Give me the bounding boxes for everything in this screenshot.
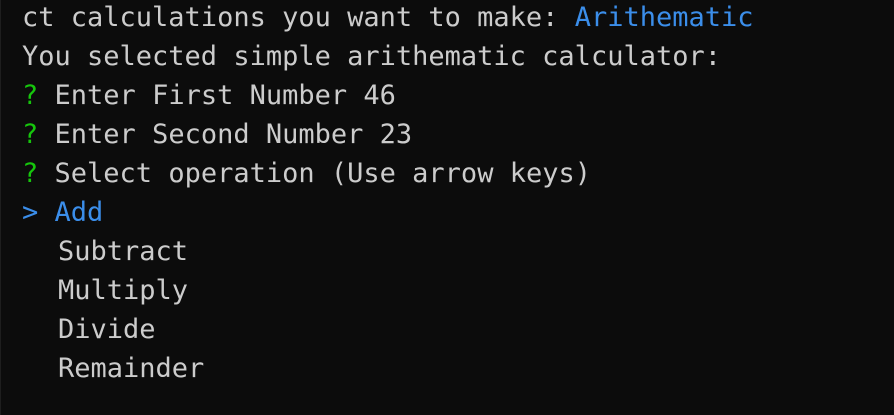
first-number-answer: 46: [363, 80, 396, 111]
menu-option-multiply[interactable]: Multiply: [22, 271, 188, 310]
previous-prompt-answer: Arithematic: [574, 2, 754, 33]
selection-message: You selected simple arithematic calculat…: [22, 41, 721, 72]
menu-option-divide[interactable]: Divide: [22, 310, 156, 349]
menu-option-add[interactable]: > Add: [22, 193, 103, 232]
operation-prompt: Select operation: [54, 158, 315, 189]
pointer-icon: >: [22, 197, 39, 228]
terminal-window[interactable]: ct calculations you want to make: Arithe…: [0, 0, 894, 415]
previous-prompt-line: ct calculations you want to make: Arithe…: [22, 0, 754, 37]
second-number-question: ? Enter Second Number 23: [22, 115, 412, 154]
operation-question: ? Select operation (Use arrow keys): [22, 154, 591, 193]
first-number-question: ? Enter First Number 46: [22, 76, 396, 115]
question-mark-icon: ?: [22, 119, 39, 150]
question-mark-icon: ?: [22, 158, 39, 189]
terminal-edge-divider: [0, 0, 1, 415]
menu-option-subtract[interactable]: Subtract: [22, 232, 188, 271]
operation-hint: (Use arrow keys): [330, 158, 591, 189]
menu-option-remainder[interactable]: Remainder: [22, 349, 204, 388]
second-number-answer: 23: [379, 119, 413, 150]
previous-prompt-text: ct calculations you want to make:: [22, 2, 575, 33]
first-number-prompt: Enter First Number: [54, 80, 348, 111]
menu-option-label: Add: [54, 197, 104, 228]
question-mark-icon: ?: [22, 80, 39, 111]
second-number-prompt: Enter Second Number: [54, 119, 364, 150]
